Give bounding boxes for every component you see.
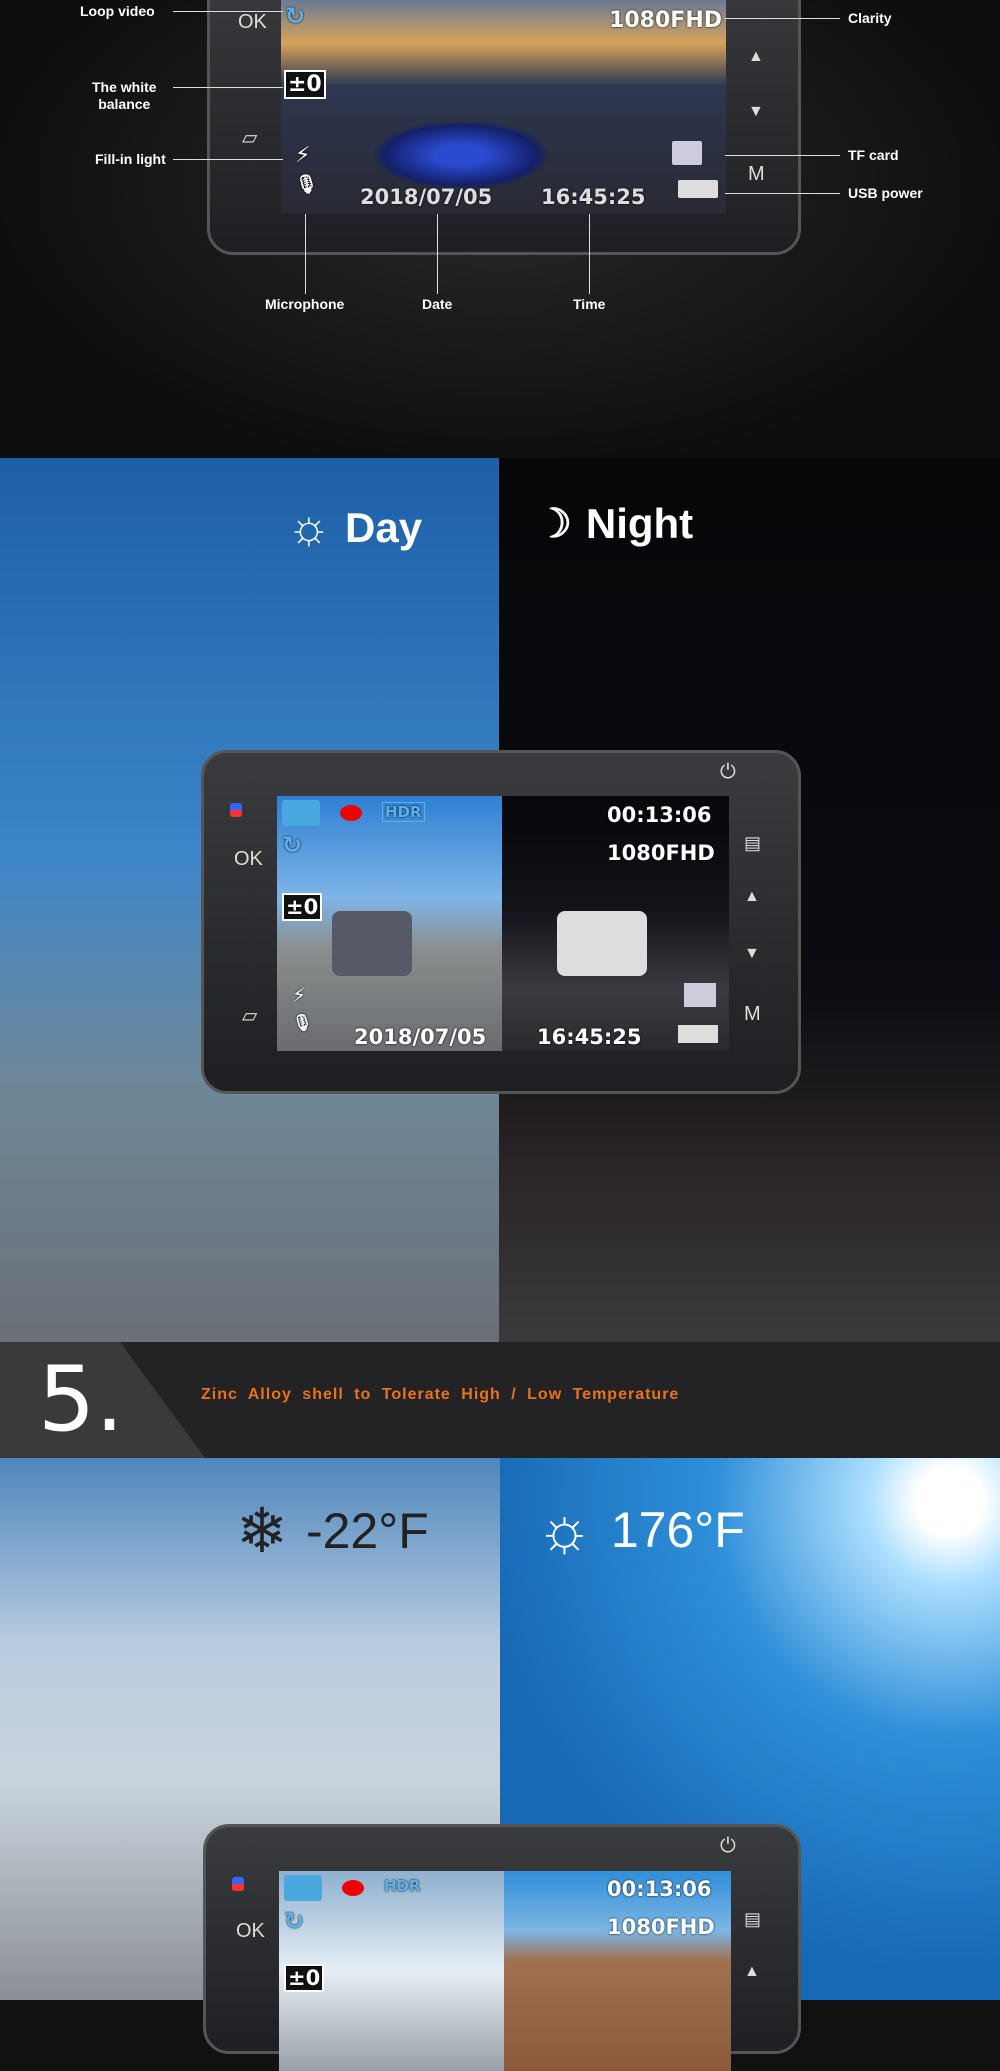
callout-loop-video: Loop video [80, 3, 155, 19]
loop-video-icon: ↻ [284, 1907, 305, 1935]
feature-number: 5. [38, 1347, 124, 1452]
callout-line [305, 214, 306, 294]
callout-clarity: Clarity [848, 10, 892, 26]
car-image [332, 911, 412, 976]
hot-temp-heading: ☼ 176°F [536, 1494, 745, 1565]
time-display: 16:45:25 [537, 1025, 642, 1049]
recording-timer: 00:13:06 [607, 803, 712, 827]
record-indicator-icon [342, 1880, 364, 1896]
usb-power-icon [678, 180, 718, 198]
up-button[interactable]: ▲ [748, 48, 764, 66]
power-button[interactable]: ⏻ [720, 1835, 736, 1858]
loop-video-icon: ↻ [285, 2, 306, 30]
callout-microphone: Microphone [265, 296, 345, 312]
day-heading: ☼ Day [287, 500, 422, 555]
callout-line [173, 159, 283, 160]
car-image [371, 120, 551, 190]
mode-button[interactable]: ▱ [242, 125, 257, 150]
resolution-display: 1080FHD [607, 1915, 715, 1939]
down-button[interactable]: ▼ [748, 103, 764, 121]
hot-temp: 176°F [610, 1501, 745, 1558]
status-led-icon [230, 803, 242, 817]
callout-line [437, 214, 438, 294]
menu-button[interactable]: ▤ [744, 833, 761, 854]
microphone-icon: 🎙 [295, 174, 318, 195]
date-display: 2018/07/05 [360, 185, 493, 209]
resolution-display: 1080FHD [609, 8, 722, 33]
feature-diagram-section: ↻ 1080FHD ±0 ⚡ 🎙 2018/07/05 16:45:25 OK … [0, 0, 1000, 458]
flash-icon: ⚡ [292, 983, 307, 1007]
desert-screen-half [504, 1871, 731, 2071]
video-camera-icon [284, 1875, 322, 1901]
day-label: Day [345, 503, 423, 551]
callout-date: Date [422, 296, 453, 312]
flash-icon: ⚡ [295, 143, 311, 168]
white-balance-icon: ±0 [282, 893, 323, 921]
microphone-icon: 🎙 [292, 1013, 313, 1032]
m-button[interactable]: M [744, 1003, 761, 1026]
status-led-icon [232, 1877, 244, 1891]
snowflake-icon: ❄ [236, 1497, 288, 1566]
loop-video-icon: ↻ [282, 831, 303, 859]
resolution-display: 1080FHD [607, 841, 715, 865]
sun-icon: ☼ [287, 501, 331, 554]
cold-temp: -22°F [305, 1502, 429, 1559]
dashcam-screen: ↻ 1080FHD ±0 ⚡ 🎙 2018/07/05 16:45:25 [281, 0, 726, 214]
car-image [557, 911, 647, 976]
usb-power-icon [678, 1025, 718, 1043]
hdr-indicator: HDR [382, 802, 425, 822]
tf-card-icon [684, 983, 716, 1007]
callout-line [589, 214, 590, 294]
recording-timer: 00:13:06 [607, 1877, 712, 1901]
dashcam-device-temperature: HDR ↻ ±0 00:13:06 1080FHD OK ⏻ ▤ ▲ [203, 1824, 801, 2071]
up-button[interactable]: ▲ [744, 1963, 760, 1981]
callout-line [173, 11, 283, 12]
callout-line [725, 18, 840, 19]
date-display: 2018/07/05 [354, 1025, 487, 1049]
record-indicator-icon [340, 805, 362, 821]
callout-usb-power: USB power [848, 185, 923, 201]
sun-icon: ☼ [536, 1495, 593, 1564]
menu-button[interactable]: ▤ [744, 1909, 761, 1930]
callout-time: Time [573, 296, 606, 312]
power-button[interactable]: ⏻ [720, 761, 736, 784]
time-display: 16:45:25 [541, 185, 646, 209]
video-camera-icon [282, 800, 320, 826]
night-heading: ☽ Night [536, 500, 693, 548]
callout-fill-in-light: Fill-in light [95, 151, 166, 167]
cold-temp-heading: ❄ -22°F [236, 1494, 429, 1567]
callout-line [173, 87, 283, 88]
ok-button[interactable]: OK [234, 848, 263, 871]
ok-button[interactable]: OK [236, 1920, 265, 1943]
feature-title: Zinc Alloy shell to Tolerate High / Low … [201, 1386, 680, 1403]
ok-button[interactable]: OK [238, 11, 267, 34]
callout-line [725, 155, 840, 156]
callout-white-balance: The white balance [92, 79, 157, 112]
night-screen-half [502, 796, 729, 1051]
night-label: Night [585, 500, 694, 547]
down-button[interactable]: ▼ [744, 945, 760, 963]
moon-icon: ☽ [536, 502, 572, 546]
m-button[interactable]: M [748, 163, 765, 186]
feature-banner: 5. Zinc Alloy shell to Tolerate High / L… [0, 1342, 1000, 1458]
up-button[interactable]: ▲ [744, 888, 760, 906]
white-balance-icon: ±0 [284, 70, 326, 99]
callout-line [725, 193, 840, 194]
tf-card-icon [672, 141, 702, 165]
white-balance-icon: ±0 [284, 1964, 325, 1992]
dashcam-device-day-night: HDR ↻ ±0 ⚡ 🎙 2018/07/05 16:45:25 00:13:0… [201, 750, 801, 1094]
callout-tf-card: TF card [848, 147, 899, 163]
hdr-indicator: HDR [384, 1877, 421, 1895]
dashcam-device: ↻ 1080FHD ±0 ⚡ 🎙 2018/07/05 16:45:25 OK … [207, 0, 801, 255]
mode-button[interactable]: ▱ [242, 1003, 257, 1028]
